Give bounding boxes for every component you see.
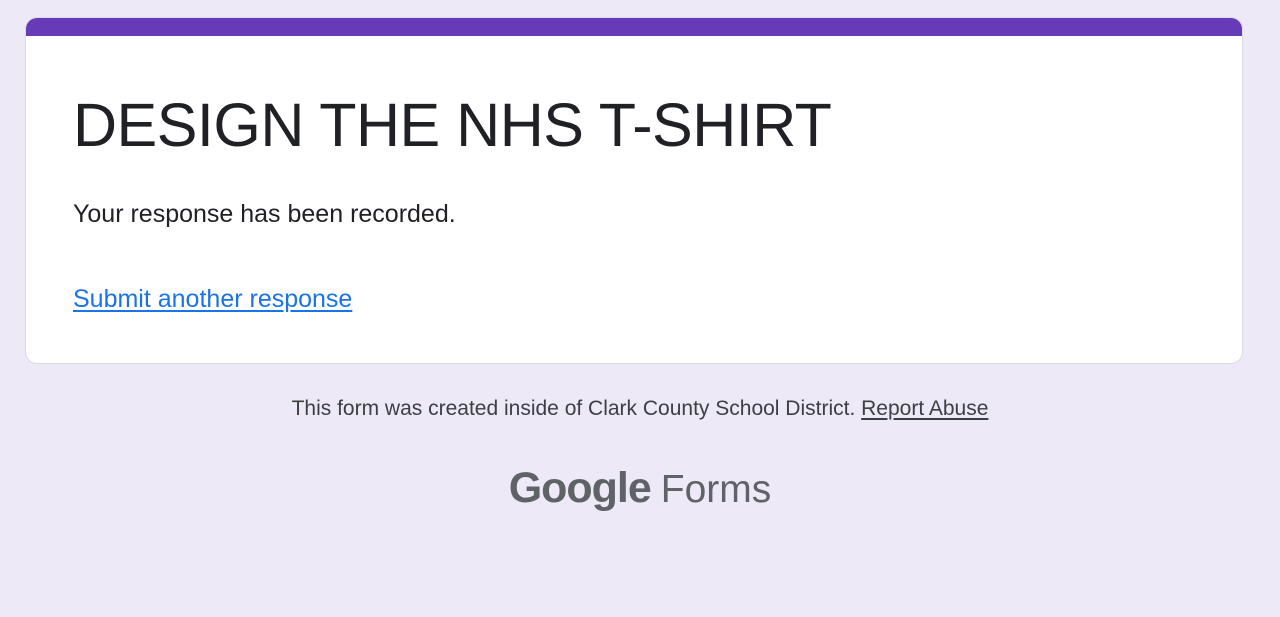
forms-wordmark: Forms [660, 468, 772, 511]
form-title: DESIGN THE NHS T-SHIRT [73, 91, 832, 159]
google-forms-logo[interactable]: Google Forms [0, 462, 1280, 516]
footer-notice: This form was created inside of Clark Co… [0, 396, 1280, 422]
card-accent-bar [26, 18, 1242, 36]
form-card: DESIGN THE NHS T-SHIRT Your response has… [25, 17, 1243, 364]
footer-notice-text: This form was created inside of Clark Co… [291, 397, 862, 420]
submit-another-response-link[interactable]: Submit another response [73, 284, 352, 314]
report-abuse-link[interactable]: Report Abuse [861, 397, 988, 420]
google-wordmark: Google [508, 464, 652, 512]
confirmation-message: Your response has been recorded. [73, 200, 456, 228]
